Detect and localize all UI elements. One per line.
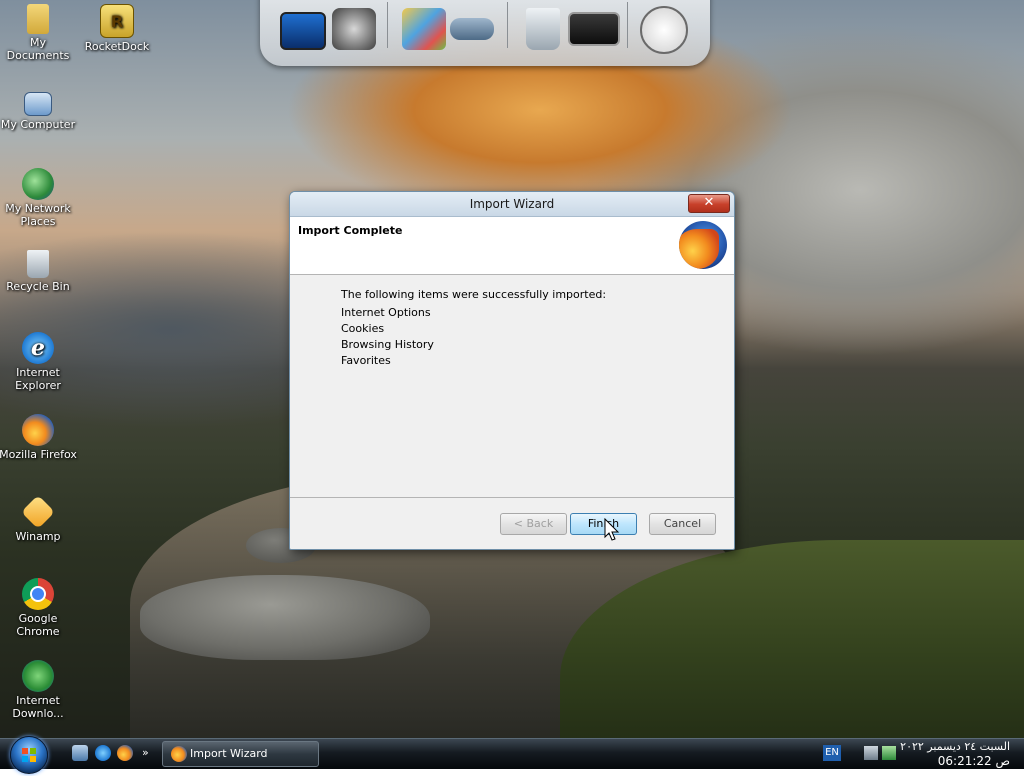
taskbar-button-import-wizard[interactable]: Import Wizard [162, 741, 319, 767]
settings-gear-icon[interactable] [332, 8, 376, 50]
desktop-icon-label: Mozilla Firefox [0, 448, 77, 461]
firefox-icon [171, 746, 187, 762]
control-panel-icon[interactable] [402, 8, 446, 50]
start-button[interactable] [10, 736, 48, 774]
desktop-icon-label: Internet Downlo... [12, 694, 64, 720]
desktop-icon-label: My Computer [0, 118, 76, 131]
chrome-icon [22, 578, 54, 610]
network-places-icon [22, 168, 54, 200]
taskbar-button-label: Import Wizard [190, 747, 268, 760]
chevron-right-icon[interactable]: » [142, 745, 152, 761]
desktop-icon-label: My Documents [6, 36, 70, 62]
list-item: Internet Options [341, 306, 431, 319]
import-summary-text: The following items were successfully im… [341, 288, 607, 301]
dialog-header: Import Complete [290, 217, 734, 275]
firefox-icon [22, 414, 54, 446]
desktop-icon-internet-download-manager[interactable]: Internet Downlo... [0, 660, 78, 720]
desktop-icon-internet-explorer[interactable]: e Internet Explorer [0, 332, 78, 392]
desktop-icon-winamp[interactable]: Winamp [0, 495, 78, 543]
dock-separator [387, 2, 388, 48]
wallpaper-rock [140, 575, 430, 660]
dock-separator [507, 2, 508, 48]
dock-separator [627, 2, 628, 48]
clock-date: السبت ٢٤ ديسمبر ٢٠٢٢ [900, 740, 1010, 753]
firefox-logo-icon [679, 221, 727, 269]
page-title: Import Complete [298, 224, 403, 237]
network-tray-icon[interactable] [882, 746, 896, 760]
taskbar: » Import Wizard EN السبت ٢٤ ديسمبر ٢٠٢٢ … [0, 736, 1024, 774]
import-wizard-dialog: Import Wizard ✕ Import Complete The foll… [289, 191, 735, 550]
desktop-icon-firefox[interactable]: Mozilla Firefox [0, 414, 78, 461]
desktop-icon-label: RocketDock [84, 40, 150, 53]
desktop-icon-network-places[interactable]: My Network Places [0, 168, 78, 228]
desktop-icon-label: My Network Places [5, 202, 71, 228]
desktop-icon-label: Recycle Bin [6, 280, 70, 293]
internet-explorer-icon: e [22, 332, 54, 364]
drive-icon[interactable] [450, 18, 494, 40]
folder-documents-icon [27, 4, 49, 34]
language-indicator[interactable]: EN [823, 745, 841, 761]
show-desktop-icon[interactable] [72, 745, 88, 761]
close-icon: ✕ [703, 195, 715, 210]
rocketdock-bar [260, 0, 710, 66]
clock-icon[interactable] [640, 6, 688, 54]
dialog-footer: < Back Finish Cancel [290, 497, 734, 549]
internet-explorer-icon[interactable] [95, 745, 111, 761]
desktop-icon-label: Internet Explorer [15, 366, 61, 392]
desktop-icon-label: Google Chrome [16, 612, 60, 638]
back-button[interactable]: < Back [500, 513, 567, 535]
monitor-icon[interactable] [280, 12, 326, 50]
dialog-title: Import Wizard [469, 197, 555, 211]
rocketdock-icon: R [100, 4, 134, 38]
display-icon[interactable] [568, 12, 620, 46]
desktop-icon-recycle-bin[interactable]: Recycle Bin [0, 250, 78, 293]
mouse-cursor-icon [604, 518, 620, 541]
clock-time: 06:21:22 ص [937, 754, 1010, 768]
desktop-icon-my-documents[interactable]: My Documents [0, 4, 78, 62]
list-item: Browsing History [341, 338, 434, 351]
list-item: Cookies [341, 322, 385, 335]
recycle-bin-icon [27, 250, 49, 278]
desktop-icon-google-chrome[interactable]: Google Chrome [0, 578, 78, 638]
imported-items-list: Internet Options Cookies Browsing Histor… [341, 305, 434, 369]
firefox-icon[interactable] [117, 745, 133, 761]
dialog-titlebar[interactable]: Import Wizard ✕ [290, 192, 734, 217]
list-item: Favorites [341, 354, 391, 367]
computer-icon [24, 92, 52, 116]
desktop-icon-rocketdock[interactable]: R RocketDock [77, 4, 157, 53]
internet-download-manager-icon [22, 660, 54, 692]
desktop-icon-my-computer[interactable]: My Computer [0, 86, 78, 131]
recycle-bin-icon[interactable] [526, 8, 560, 50]
cancel-button[interactable]: Cancel [649, 513, 716, 535]
system-clock[interactable]: السبت ٢٤ ديسمبر ٢٠٢٢ 06:21:22 ص [896, 739, 1020, 769]
volume-icon[interactable] [864, 746, 878, 760]
winamp-icon [21, 495, 55, 529]
close-button[interactable]: ✕ [688, 194, 730, 213]
desktop-icon-label: Winamp [15, 530, 61, 543]
dialog-body: The following items were successfully im… [290, 275, 734, 497]
